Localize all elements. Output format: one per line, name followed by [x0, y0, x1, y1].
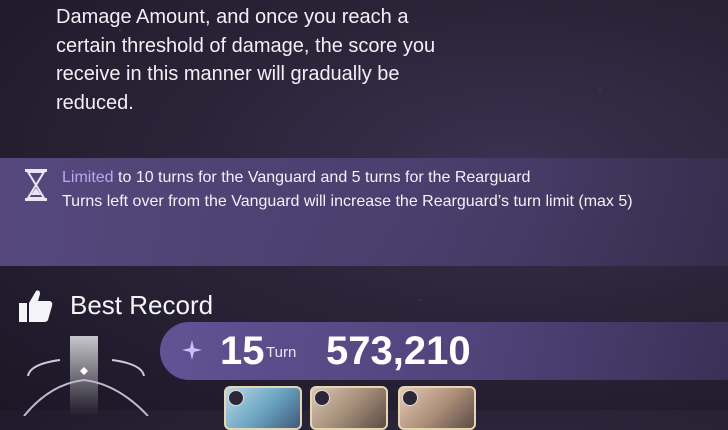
class-badge-icon — [314, 390, 330, 406]
record-turn-count: 15 — [220, 329, 265, 373]
character-portrait-1[interactable] — [224, 386, 302, 430]
limited-highlight: Limited — [62, 169, 114, 186]
best-record-title: Best Record — [70, 290, 214, 320]
turn-limit-line1: to 10 turns for the Vanguard and 5 turns… — [113, 169, 531, 186]
thumbs-up-icon — [19, 290, 53, 322]
record-turn-label: Turn — [266, 344, 297, 361]
turn-limit-text: Limited to 10 turns for the Vanguard and… — [62, 166, 662, 213]
class-badge-icon — [402, 390, 418, 406]
emblem-pillar-decoration — [23, 336, 149, 416]
hourglass-icon — [25, 169, 47, 201]
character-portrait-3[interactable] — [398, 386, 476, 430]
sparkle-icon — [182, 340, 202, 360]
mode-description: Damage Amount, and once you reach a cert… — [56, 6, 436, 114]
record-score: 573,210 — [326, 329, 471, 373]
class-badge-icon — [228, 390, 244, 406]
character-portrait-2[interactable] — [310, 386, 388, 430]
turn-limit-line2: Turns left over from the Vanguard will i… — [62, 192, 633, 210]
